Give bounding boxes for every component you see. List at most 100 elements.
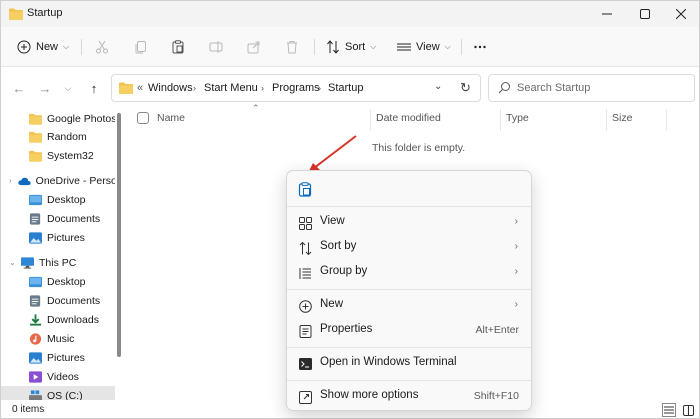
breadcrumb-overflow[interactable]: «	[137, 82, 143, 94]
shortcut-label: Alt+Enter	[475, 324, 519, 336]
rename-button[interactable]	[209, 35, 223, 59]
menu-item-label: New	[320, 298, 344, 310]
chevron-down-icon: ⌵	[64, 82, 72, 93]
chevron-right-icon: ›	[514, 266, 518, 277]
delete-icon	[287, 41, 297, 54]
menu-item-view[interactable]: View ›	[287, 210, 531, 235]
paste-button[interactable]	[171, 35, 185, 59]
sidebar-item-label: This PC	[39, 256, 77, 269]
sidebar-item-google-photos[interactable]: Google Photos	[1, 109, 115, 128]
toolbar-divider	[81, 39, 82, 55]
menu-item-properties[interactable]: Properties Alt+Enter	[287, 318, 531, 343]
menu-item-open-terminal[interactable]: Open in Windows Terminal	[287, 351, 531, 376]
sidebar-item-videos[interactable]: Videos	[1, 367, 115, 386]
cloud-icon	[18, 177, 31, 185]
copy-icon	[135, 41, 146, 54]
more-button[interactable]	[473, 35, 487, 59]
title-bar: Startup	[1, 1, 699, 27]
tiles-view-button[interactable]	[681, 403, 695, 417]
chevron-right-icon: ›	[193, 83, 196, 93]
folder-icon	[9, 8, 23, 23]
sidebar-item-documents-pc[interactable]: Documents	[1, 291, 115, 310]
paste-quick-button[interactable]	[298, 182, 312, 200]
breadcrumb-windows[interactable]: Windows	[148, 82, 193, 94]
arrow-up-icon: ↑	[90, 80, 98, 96]
sidebar-item-music[interactable]: Music	[1, 329, 115, 348]
delete-button[interactable]	[285, 35, 299, 59]
view-button[interactable]: View ⌵	[397, 35, 451, 59]
shortcut-label: Shift+F10	[473, 390, 519, 402]
share-button[interactable]	[247, 35, 261, 59]
sidebar-item-documents-onedrive[interactable]: Documents	[1, 209, 115, 228]
menu-item-show-more-options[interactable]: Show more options Shift+F10	[287, 384, 531, 409]
close-icon	[676, 9, 686, 19]
up-button[interactable]: ↑	[85, 79, 103, 97]
select-all-checkbox[interactable]	[137, 112, 149, 124]
column-header-size[interactable]: Size	[612, 112, 632, 124]
more-icon	[474, 45, 486, 49]
menu-item-group-by[interactable]: Group by ›	[287, 260, 531, 285]
menu-item-new[interactable]: New ›	[287, 293, 531, 318]
breadcrumb-start-menu[interactable]: Start Menu	[204, 82, 258, 94]
minimize-button[interactable]	[587, 1, 627, 27]
documents-icon	[29, 294, 41, 307]
sidebar-item-label: Music	[47, 332, 75, 345]
column-header-type[interactable]: Type	[506, 112, 529, 124]
item-count: 0 items	[12, 404, 45, 415]
recent-locations-button[interactable]: ⌵	[59, 79, 77, 97]
column-header-name[interactable]: Name	[157, 112, 185, 124]
toolbar-divider	[461, 39, 462, 55]
search-icon	[498, 81, 511, 97]
more-options-icon	[298, 390, 312, 404]
documents-icon	[29, 212, 41, 225]
details-view-icon	[664, 406, 674, 414]
address-bar[interactable]: « Windows › Start Menu › Programs › Star…	[111, 74, 481, 102]
breadcrumb-startup[interactable]: Startup	[328, 82, 363, 94]
folder-icon	[29, 131, 42, 143]
sort-button[interactable]: Sort ⌵	[326, 35, 376, 59]
menu-divider	[287, 289, 531, 290]
desktop-icon	[29, 194, 42, 205]
back-button[interactable]: ←	[10, 79, 28, 97]
arrow-left-icon: ←	[12, 80, 26, 96]
column-divider[interactable]	[370, 109, 371, 131]
menu-item-label: Open in Windows Terminal	[320, 356, 457, 368]
breadcrumb-programs[interactable]: Programs	[272, 82, 320, 94]
column-divider[interactable]	[500, 109, 501, 131]
maximize-icon	[640, 9, 650, 19]
address-dropdown-icon[interactable]: ⌄	[434, 81, 442, 92]
search-box[interactable]	[488, 74, 695, 102]
maximize-button[interactable]	[625, 1, 665, 27]
sidebar-item-pictures-pc[interactable]: Pictures	[1, 348, 115, 367]
cut-button[interactable]	[95, 35, 109, 59]
chevron-right-icon: ›	[261, 83, 264, 93]
sidebar-scrollbar[interactable]	[117, 113, 121, 357]
copy-button[interactable]	[134, 35, 148, 59]
new-button[interactable]: New ⌵	[17, 35, 69, 59]
details-view-button[interactable]	[662, 403, 676, 417]
sidebar-item-system32[interactable]: System32	[1, 146, 115, 165]
sidebar-item-desktop-pc[interactable]: Desktop	[1, 272, 115, 291]
forward-button[interactable]: →	[36, 79, 54, 97]
column-header-date[interactable]: Date modified	[376, 112, 441, 124]
chevron-down-icon: ⌄	[9, 258, 16, 267]
sidebar-item-pictures-onedrive[interactable]: Pictures	[1, 228, 115, 247]
cut-icon	[96, 40, 108, 54]
sidebar-item-label: Pictures	[47, 231, 85, 244]
new-label: New	[36, 41, 59, 53]
sidebar-item-onedrive[interactable]: › OneDrive - Person	[1, 171, 115, 190]
chevron-down-icon: ⌵	[63, 42, 70, 51]
search-input[interactable]	[517, 80, 687, 96]
sidebar-item-desktop-onedrive[interactable]: Desktop	[1, 190, 115, 209]
menu-item-label: View	[320, 215, 345, 227]
sidebar-item-random[interactable]: Random	[1, 127, 115, 146]
sidebar-item-downloads[interactable]: Downloads	[1, 310, 115, 329]
column-divider[interactable]	[606, 109, 607, 131]
menu-item-label: Properties	[320, 323, 373, 335]
rename-icon	[209, 41, 223, 53]
column-divider[interactable]	[666, 109, 667, 131]
menu-item-sort-by[interactable]: Sort by ›	[287, 235, 531, 260]
sidebar-item-this-pc[interactable]: ⌄ This PC	[1, 253, 115, 272]
close-button[interactable]	[661, 1, 699, 27]
refresh-icon[interactable]: ↻	[460, 80, 471, 96]
